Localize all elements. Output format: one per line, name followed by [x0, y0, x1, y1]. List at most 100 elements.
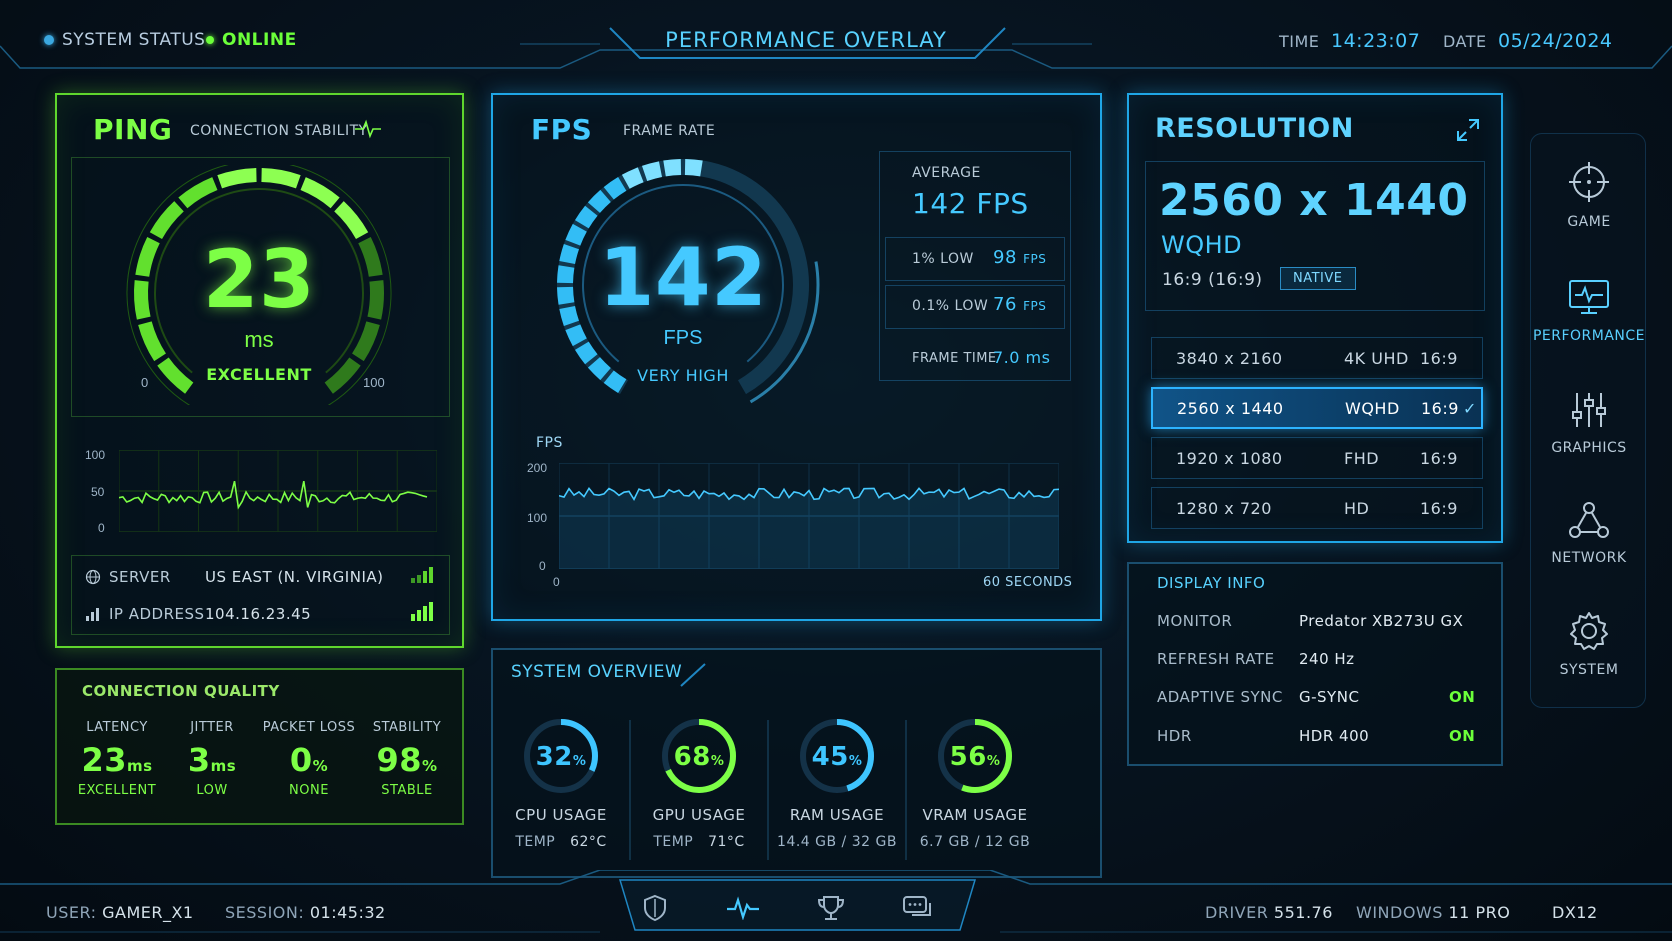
chat-icon[interactable] — [902, 895, 934, 921]
system-status-label: SYSTEM STATUS — [62, 30, 206, 50]
fps-chart — [559, 463, 1059, 569]
low1-label: 1% LOW — [912, 251, 974, 267]
refresh-value: 240 Hz — [1299, 650, 1355, 668]
fps-gauge-segment — [641, 161, 663, 182]
cq-stability: STABILITY 98% STABLE — [359, 720, 455, 798]
refresh-label: REFRESH RATE — [1157, 650, 1275, 668]
pulse-icon — [355, 119, 381, 139]
resolution-option-wqhd[interactable]: 2560 x 1440 WQHD 16:9 ✓ — [1151, 387, 1483, 429]
system-status: SYSTEM STATUS — [44, 30, 205, 50]
sliders-icon — [1572, 393, 1606, 427]
fps-chart-x-start: 0 — [553, 575, 560, 589]
nav-graphics[interactable]: GRAPHICS — [1531, 390, 1647, 456]
system-overview-panel: SYSTEM OVERVIEW 32% CPU USAGE TEMP 62°C … — [491, 648, 1102, 878]
sync-row: ADAPTIVE SYNC G-SYNC ON — [1157, 688, 1475, 706]
shield-icon[interactable] — [642, 894, 668, 922]
title-slash-decor — [680, 663, 706, 687]
fps-gauge-segment — [621, 167, 644, 189]
date-label: DATE — [1443, 32, 1487, 51]
signal-strength-icon — [411, 602, 433, 621]
globe-icon — [85, 569, 101, 585]
dx-info: DX12 — [1552, 903, 1598, 922]
fps-gauge-segment — [565, 223, 587, 246]
cq-packet-loss: PACKET LOSS 0% NONE — [261, 720, 357, 798]
average-label: AVERAGE — [912, 165, 981, 181]
nav-network-label: NETWORK — [1551, 550, 1627, 566]
ping-gauge-segment — [351, 321, 380, 362]
online-dot-icon — [206, 36, 214, 44]
ping-gauge-segment — [138, 321, 167, 362]
cq-latency-label: LATENCY — [86, 720, 148, 735]
ping-gauge-segment — [358, 237, 383, 277]
ping-gauge-min: 0 — [141, 375, 149, 390]
hdr-row: HDR HDR 400 ON — [1157, 727, 1475, 745]
nav-network[interactable]: NETWORK — [1531, 500, 1647, 566]
crosshair-icon — [1569, 162, 1609, 202]
display-info-title: DISPLAY INFO — [1157, 574, 1266, 592]
ping-status: EXCELLENT — [206, 365, 312, 384]
low1-value: 98 FPS — [993, 247, 1047, 268]
ping-chart — [119, 450, 437, 532]
gear-icon — [1570, 612, 1608, 650]
resolution-option-fhd[interactable]: 1920 x 1080 FHD 16:9 — [1151, 437, 1483, 479]
fps-chart-tick-0: 0 — [539, 559, 546, 573]
cq-packet-loss-label: PACKET LOSS — [262, 720, 356, 735]
hdr-state[interactable]: ON — [1449, 727, 1475, 745]
low01-value: 76 FPS — [993, 294, 1047, 315]
user-info: USER: GAMER_X1 — [46, 903, 194, 922]
server-value: US EAST (N. VIRGINIA) — [205, 568, 384, 586]
windows-info: WINDOWS 11 PRO — [1356, 903, 1511, 922]
ping-gauge-segment — [300, 177, 340, 209]
ping-gauge-segment — [217, 168, 257, 189]
ping-chart-tick-100: 100 — [85, 448, 106, 462]
frametime-value: 7.0 ms — [993, 348, 1051, 367]
sync-state[interactable]: ON — [1449, 688, 1475, 706]
activity-icon[interactable] — [726, 896, 760, 920]
monitor-row: MONITOR Predator XB273U GX — [1157, 612, 1499, 630]
server-row: SERVER US EAST (N. VIRGINIA) — [85, 568, 383, 586]
expand-icon[interactable] — [1455, 117, 1481, 143]
cq-packet-loss-status: NONE — [289, 783, 329, 798]
cq-packet-loss-value: 0% — [289, 741, 329, 779]
status-dot-icon — [44, 35, 54, 45]
fps-gauge-segment — [663, 159, 682, 177]
cq-latency-value: 23ms — [81, 741, 153, 779]
ping-chart-tick-50: 50 — [91, 485, 105, 499]
resolution-option-hd[interactable]: 1280 x 720 HD 16:9 — [1151, 487, 1483, 529]
refresh-row: REFRESH RATE 240 Hz — [1157, 650, 1449, 668]
nav-system[interactable]: SYSTEM — [1531, 610, 1647, 678]
online-label: ONLINE — [222, 30, 297, 50]
nav-performance-label: PERFORMANCE — [1532, 328, 1646, 344]
network-bars-icon — [86, 608, 99, 621]
ping-title: PING — [93, 113, 173, 146]
cq-jitter-status: LOW — [196, 783, 228, 798]
nav-system-label: SYSTEM — [1559, 662, 1619, 678]
monitor-value: Predator XB273U GX — [1299, 612, 1464, 630]
top-bar: SYSTEM STATUS ONLINE PERFORMANCE OVERLAY… — [0, 0, 1672, 80]
time-value: 14:23:07 — [1331, 30, 1421, 52]
ping-gauge-segment — [135, 237, 160, 277]
trophy-icon[interactable] — [816, 894, 846, 922]
connection-quality-title: CONNECTION QUALITY — [82, 682, 280, 700]
ping-panel: PING CONNECTION STABILITY 23 ms EXCELLEN… — [55, 93, 464, 648]
ping-value: 23 — [202, 233, 316, 326]
online-status: ONLINE — [206, 30, 297, 50]
current-resolution: 2560 x 1440 — [1159, 175, 1469, 226]
nav-game[interactable]: GAME — [1531, 160, 1647, 230]
fps-unit: FPS — [663, 327, 703, 349]
fps-gauge-segment — [557, 265, 575, 284]
ping-gauge-segment — [367, 280, 384, 320]
connection-quality-panel: CONNECTION QUALITY LATENCY 23ms EXCELLEN… — [55, 668, 464, 825]
ping-gauge-segment — [134, 280, 151, 320]
ping-chart-line — [119, 480, 428, 510]
cq-stability-label: STABILITY — [372, 720, 442, 735]
fps-gauge-segment — [559, 243, 580, 265]
current-resolution-name: WQHD — [1161, 231, 1243, 259]
resolution-option-4k[interactable]: 3840 x 2160 4K UHD 16:9 — [1151, 337, 1483, 379]
fps-chart-tick-100: 100 — [527, 511, 548, 525]
cq-jitter-label: JITTER — [190, 720, 234, 735]
frametime-label: FRAME TIME — [912, 351, 997, 366]
signal-bars-icon — [411, 567, 433, 583]
fps-gauge-segment — [559, 305, 580, 327]
nav-performance[interactable]: PERFORMANCE — [1531, 278, 1647, 344]
